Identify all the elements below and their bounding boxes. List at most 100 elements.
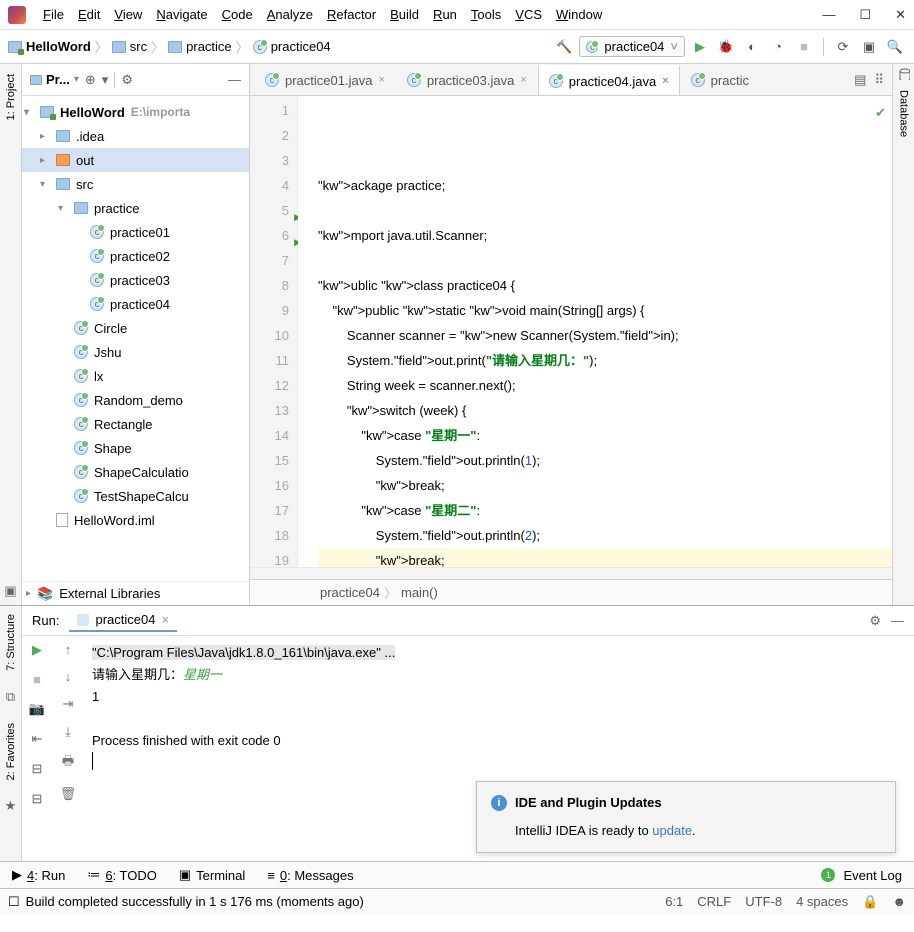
- tab-practice01-java[interactable]: cpractice01.java×: [254, 65, 396, 95]
- profile-icon[interactable]: ◔: [767, 36, 789, 58]
- crumb-class[interactable]: practice04: [320, 585, 380, 600]
- debug-icon[interactable]: 🐞: [715, 36, 737, 58]
- target-icon[interactable]: ⊕: [85, 72, 96, 88]
- maximize-button[interactable]: ☐: [859, 7, 871, 23]
- breadcrumb-practice04[interactable]: cpractice04: [253, 39, 331, 54]
- terminal-tool-button[interactable]: ▣ Terminal: [179, 867, 245, 883]
- tree-item-practice01[interactable]: cpractice01: [22, 220, 249, 244]
- tab-practice04-java[interactable]: cpractice04.java×: [538, 65, 680, 95]
- messages-tool-button[interactable]: ≡ 0: Messages: [267, 868, 353, 883]
- tree-item-jshu[interactable]: cJshu: [22, 340, 249, 364]
- hide-run-icon[interactable]: —: [891, 613, 904, 629]
- update-project-icon[interactable]: ⟳: [832, 36, 854, 58]
- update-popup[interactable]: iIDE and Plugin Updates IntelliJ IDEA is…: [476, 781, 896, 853]
- down-icon[interactable]: ↓: [65, 669, 72, 684]
- event-log-button[interactable]: Event Log: [843, 868, 902, 883]
- structure-tool-tab[interactable]: 7: Structure: [5, 614, 17, 671]
- run-icon[interactable]: ▶: [689, 36, 711, 58]
- tree-item-practice04[interactable]: cpractice04: [22, 292, 249, 316]
- menu-file[interactable]: File: [36, 5, 71, 24]
- scroll-icon[interactable]: ⤓: [65, 724, 71, 740]
- menu-view[interactable]: View: [107, 5, 149, 24]
- hector-icon[interactable]: ☻: [892, 894, 906, 910]
- menu-code[interactable]: Code: [215, 5, 260, 24]
- caret-position[interactable]: 6:1: [665, 894, 683, 910]
- editor-code[interactable]: ✔ "kw">ackage practice; "kw">mport java.…: [298, 96, 892, 567]
- commit-icon[interactable]: ▣: [858, 36, 880, 58]
- tree-item-practice02[interactable]: cpractice02: [22, 244, 249, 268]
- breadcrumb-practice[interactable]: practice: [168, 39, 232, 54]
- tab-list-icon[interactable]: ▤: [854, 72, 866, 88]
- tree-item-out[interactable]: ▸out: [22, 148, 249, 172]
- encoding[interactable]: UTF-8: [745, 894, 782, 910]
- tab-options-icon[interactable]: ⠿: [874, 72, 884, 88]
- tree-item-helloword[interactable]: ▾HelloWord E:\importa: [22, 100, 249, 124]
- dump-icon[interactable]: 📷: [29, 701, 45, 717]
- menu-refactor[interactable]: Refactor: [320, 5, 383, 24]
- run-settings-icon[interactable]: ⚙: [869, 613, 881, 629]
- rerun-icon[interactable]: ▶: [32, 642, 42, 658]
- tree-item-shape[interactable]: cShape: [22, 436, 249, 460]
- exit-icon[interactable]: ⇤: [32, 731, 43, 747]
- breadcrumb-src[interactable]: src: [112, 39, 147, 54]
- tree-item--idea[interactable]: ▸.idea: [22, 124, 249, 148]
- run-console[interactable]: "C:\Program Files\Java\jdk1.8.0_161\bin\…: [84, 636, 914, 861]
- wrap-icon[interactable]: ⇥: [63, 696, 74, 712]
- tree-item-practice[interactable]: ▾practice: [22, 196, 249, 220]
- project-tree[interactable]: ▾HelloWord E:\importa▸.idea▸out▾src▾prac…: [22, 96, 249, 581]
- tree-item-helloword-iml[interactable]: HelloWord.iml: [22, 508, 249, 532]
- project-tool-tab[interactable]: 1: Project: [5, 68, 17, 126]
- tree-item-rectangle[interactable]: cRectangle: [22, 412, 249, 436]
- todo-tool-button[interactable]: ≔ 6: TODO: [87, 867, 157, 883]
- menu-build[interactable]: Build: [383, 5, 426, 24]
- menu-navigate[interactable]: Navigate: [149, 5, 214, 24]
- close-window-button[interactable]: ✕: [895, 7, 906, 23]
- menu-edit[interactable]: Edit: [71, 5, 107, 24]
- editor-breadcrumb[interactable]: practice04 〉 main(): [250, 579, 892, 605]
- menu-run[interactable]: Run: [426, 5, 464, 24]
- close-tab-icon[interactable]: ×: [161, 612, 169, 627]
- tree-item-random_demo[interactable]: cRandom_demo: [22, 388, 249, 412]
- hammer-icon[interactable]: 🔨: [553, 36, 575, 58]
- clear-icon[interactable]: 🗑: [60, 786, 77, 802]
- tree-item-src[interactable]: ▾src: [22, 172, 249, 196]
- tree-item-circle[interactable]: cCircle: [22, 316, 249, 340]
- status-icon[interactable]: ☐: [8, 894, 20, 910]
- tab-practice03-java[interactable]: cpractice03.java×: [396, 65, 538, 95]
- tab-practic[interactable]: cpractic: [680, 65, 760, 95]
- indent[interactable]: 4 spaces: [796, 894, 848, 910]
- lock-icon[interactable]: 🔒: [862, 894, 878, 910]
- editor-gutter[interactable]: 12345▶6▶78910111213141516171819: [250, 96, 298, 567]
- hide-panel-icon[interactable]: —: [228, 72, 241, 87]
- run-tool-button[interactable]: ▶ 4: Run: [12, 867, 65, 883]
- menu-window[interactable]: Window: [549, 5, 609, 24]
- stop-icon[interactable]: ■: [793, 36, 815, 58]
- settings-icon[interactable]: ⚙: [121, 72, 133, 88]
- print-icon[interactable]: 🖶: [62, 752, 74, 774]
- stop-run-icon[interactable]: ■: [33, 672, 41, 687]
- up-icon[interactable]: ↑: [65, 642, 72, 657]
- bookmark-icon[interactable]: ▣: [4, 583, 16, 599]
- menu-vcs[interactable]: VCS: [508, 5, 549, 24]
- tree-item-practice03[interactable]: cpractice03: [22, 268, 249, 292]
- tree-item-testshapecalcu[interactable]: cTestShapeCalcu: [22, 484, 249, 508]
- crumb-method[interactable]: main(): [401, 585, 438, 600]
- editor-hscroll[interactable]: [250, 567, 892, 579]
- run-config-selector[interactable]: c practice04 ˅: [579, 36, 685, 57]
- tree-item-lx[interactable]: clx: [22, 364, 249, 388]
- tree-item-shapecalculatio[interactable]: cShapeCalculatio: [22, 460, 249, 484]
- chevron-icon[interactable]: ▾: [102, 72, 109, 88]
- coverage-icon[interactable]: ◐: [741, 36, 763, 58]
- search-everywhere-icon[interactable]: 🔍: [884, 36, 906, 58]
- menu-tools[interactable]: Tools: [464, 5, 508, 24]
- project-view-selector[interactable]: Pr...▾: [30, 72, 79, 87]
- menu-analyze[interactable]: Analyze: [260, 5, 320, 24]
- favorites-tool-tab[interactable]: 2: Favorites: [5, 723, 17, 780]
- popup-link[interactable]: update: [652, 823, 692, 838]
- layout-icon[interactable]: ⊟: [32, 761, 43, 777]
- external-libraries-item[interactable]: ▸ 📚 External Libraries: [22, 581, 249, 605]
- database-tool-tab[interactable]: Database: [898, 84, 910, 143]
- minimize-button[interactable]: —: [822, 7, 835, 22]
- line-separator[interactable]: CRLF: [697, 894, 731, 910]
- pin-icon[interactable]: ⊟: [32, 791, 43, 807]
